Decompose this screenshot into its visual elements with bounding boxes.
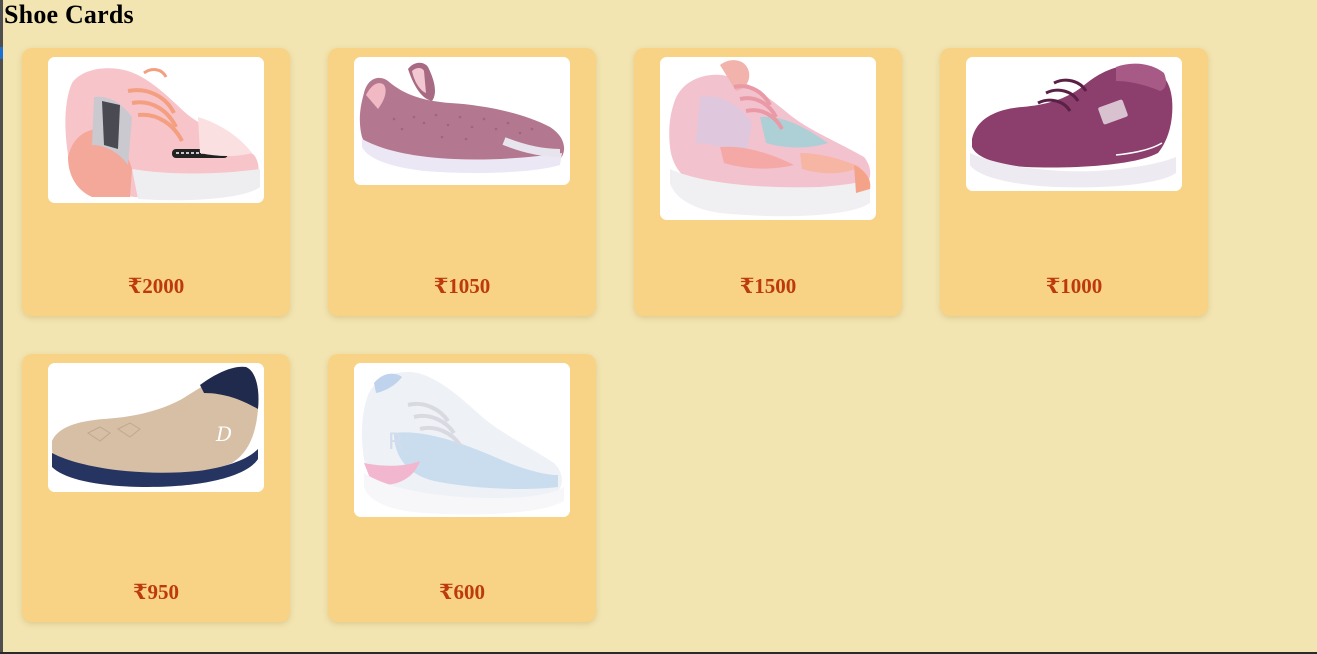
edge-marker bbox=[0, 47, 3, 59]
price-label: ₹950 bbox=[132, 580, 180, 604]
price-label: ₹1500 bbox=[739, 274, 797, 298]
shoe-card[interactable]: ₹2000 bbox=[22, 48, 290, 316]
shoe-image[interactable] bbox=[48, 57, 264, 203]
shoe-image[interactable] bbox=[966, 57, 1182, 191]
shoe-card[interactable]: ₹1050 bbox=[328, 48, 596, 316]
shoe-image[interactable] bbox=[660, 57, 876, 220]
price-label: ₹1000 bbox=[1045, 274, 1103, 298]
shoe-card[interactable]: ₹1500 bbox=[634, 48, 902, 316]
shoe-image[interactable]: D bbox=[48, 363, 264, 492]
shoe-image[interactable]: R bbox=[354, 363, 570, 517]
price-label: ₹600 bbox=[438, 580, 486, 604]
price-label: ₹1050 bbox=[433, 274, 491, 298]
page-title: Shoe Cards bbox=[4, 0, 134, 29]
shoe-image[interactable] bbox=[354, 57, 570, 185]
svg-text:R: R bbox=[388, 430, 403, 455]
price-label: ₹2000 bbox=[127, 274, 185, 298]
left-window-edge bbox=[0, 0, 3, 654]
svg-text:D: D bbox=[215, 422, 232, 446]
shoe-card-grid: ₹2000 ₹1050 ₹1500 ₹1000 D ₹950 R ₹600 bbox=[22, 48, 1222, 622]
shoe-card[interactable]: ₹1000 bbox=[940, 48, 1208, 316]
shoe-card[interactable]: R ₹600 bbox=[328, 354, 596, 622]
shoe-card[interactable]: D ₹950 bbox=[22, 354, 290, 622]
